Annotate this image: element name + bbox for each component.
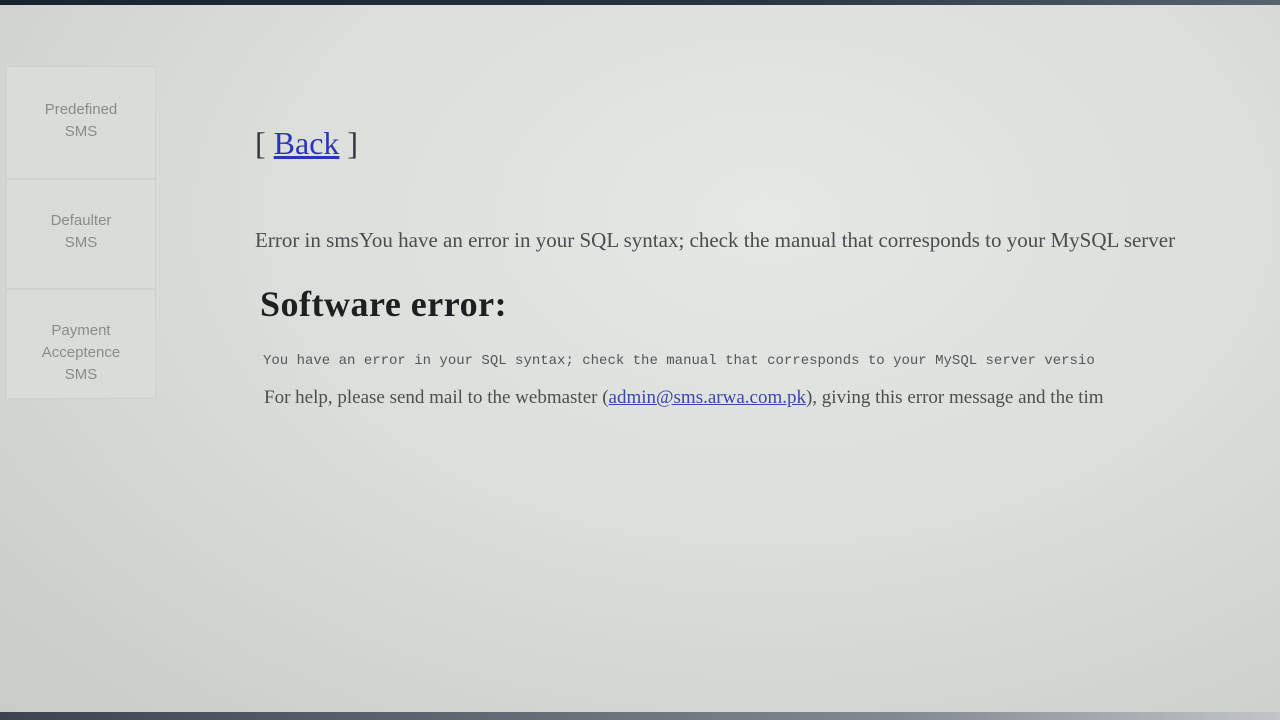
screen: Predefined SMS Defaulter SMS Payment Acc…	[0, 0, 1280, 720]
sidebar-item-label-line3: SMS	[64, 366, 98, 383]
sidebar-item-label-line1: Payment	[51, 322, 111, 339]
main-content: [ Back ] Error in smsYou have an error i…	[255, 125, 1280, 409]
webmaster-email-link[interactable]: admin@sms.arwa.com.pk	[609, 387, 806, 408]
sidebar-item-label-line2: Acceptence	[41, 344, 121, 361]
error-message: Error in smsYou have an error in your SQ…	[255, 228, 1176, 252]
back-link-wrapper: [ Back ]	[255, 125, 1280, 175]
monitor-top-bezel	[0, 0, 1280, 5]
page-title: Software error:	[260, 284, 508, 324]
back-bracket-close: ]	[339, 125, 359, 161]
help-text: For help, please send mail to the webmas…	[264, 387, 1280, 409]
monitor-bottom-bezel	[0, 712, 1280, 720]
sidebar-item-predefined-sms[interactable]: Predefined SMS	[6, 66, 156, 179]
back-bracket-open: [	[255, 125, 274, 161]
sidebar-item-label-line2: SMS	[64, 123, 98, 140]
help-prefix: For help, please send mail to the webmas…	[264, 387, 609, 408]
sidebar: Predefined SMS Defaulter SMS Payment Acc…	[0, 66, 165, 399]
sidebar-item-payment-acceptence-sms[interactable]: Payment Acceptence SMS	[6, 289, 156, 399]
back-link[interactable]: Back	[274, 125, 340, 161]
error-detail: You have an error in your SQL syntax; ch…	[263, 353, 1095, 369]
sidebar-item-label-line1: Predefined	[44, 101, 118, 118]
sidebar-item-label-line1: Defaulter	[50, 212, 112, 229]
help-suffix: ), giving this error message and the tim	[805, 387, 1104, 408]
sidebar-item-defaulter-sms[interactable]: Defaulter SMS	[6, 179, 156, 289]
sidebar-item-label-line2: SMS	[64, 234, 98, 251]
